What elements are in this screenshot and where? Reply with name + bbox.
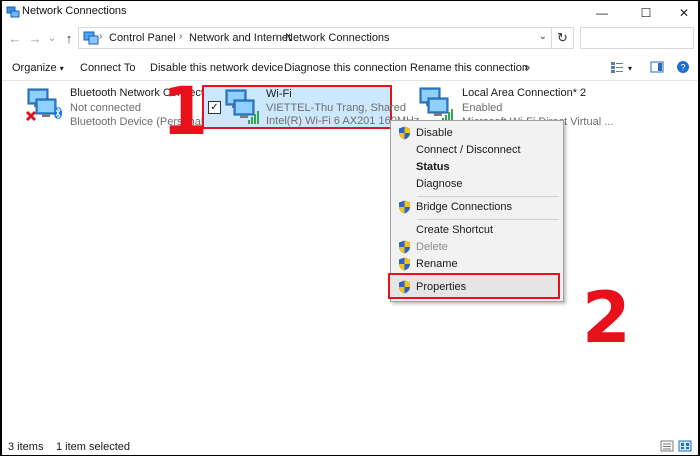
menu-item-disable[interactable]: Disable [391, 125, 563, 142]
help-icon[interactable]: ? [676, 60, 690, 74]
context-menu: Disable Connect / Disconnect Status Diag… [388, 120, 564, 302]
uac-shield-icon [399, 126, 410, 140]
item-status: Enabled [462, 102, 503, 114]
up-button[interactable]: ↑ [60, 30, 78, 48]
organize-button[interactable]: Organize ▾ [12, 62, 64, 74]
connect-to-button[interactable]: Connect To [80, 62, 135, 74]
menu-item-label: Delete [416, 241, 448, 253]
title-bar: Network Connections — ☐ ✕ [2, 1, 698, 25]
item-status: VIETTEL-Thu Trang, Shared [266, 102, 407, 114]
command-bar: Organize ▾ Connect To Disable this netwo… [2, 55, 698, 81]
local-area-network-icon [419, 87, 453, 122]
menu-item-bridge-connections[interactable]: Bridge Connections [391, 199, 563, 216]
menu-item-label: Properties [416, 281, 467, 293]
uac-shield-icon [399, 200, 410, 214]
svg-text:?: ? [680, 63, 685, 73]
chevron-down-icon: ▾ [59, 64, 64, 73]
forward-button[interactable]: → [26, 30, 44, 48]
breadcrumb-separator: › [99, 31, 103, 42]
back-button[interactable]: ← [6, 30, 24, 48]
item-status: Not connected [70, 102, 141, 114]
item-count: 3 items [8, 441, 44, 453]
search-input[interactable] [580, 27, 694, 49]
uac-shield-icon [399, 240, 410, 254]
uac-shield-icon [399, 280, 410, 294]
connection-item-wifi[interactable]: ✓ Wi-Fi VIETTEL-Thu Trang, Shared Intel(… [202, 85, 419, 129]
rename-button[interactable]: Rename this connection [410, 62, 528, 74]
address-dropdown-icon[interactable]: ⌄ [539, 31, 547, 42]
window-title: Network Connections [22, 5, 127, 17]
view-options-dropdown-icon[interactable]: ▾ [628, 64, 632, 73]
change-view-icon[interactable] [610, 60, 624, 74]
breadcrumb-network-connections[interactable]: Network Connections [285, 32, 390, 44]
bluetooth-network-icon [25, 88, 62, 122]
menu-separator [417, 219, 559, 220]
menu-item-label: Bridge Connections [416, 201, 513, 213]
preview-pane-icon[interactable] [650, 60, 664, 74]
menu-item-diagnose[interactable]: Diagnose [391, 176, 563, 193]
more-commands-button[interactable]: » [524, 62, 530, 74]
item-checkbox[interactable]: ✓ [208, 101, 221, 114]
menu-item-delete: Delete [391, 239, 563, 256]
menu-item-label: Create Shortcut [416, 224, 494, 236]
breadcrumb-separator: › [179, 31, 183, 42]
details-view-icon[interactable] [660, 440, 674, 452]
selection-count: 1 item selected [56, 441, 130, 453]
control-panel-icon [83, 31, 99, 45]
minimize-button[interactable]: — [582, 1, 622, 25]
uac-shield-icon [399, 257, 410, 271]
wifi-network-icon [225, 89, 259, 124]
maximize-button[interactable]: ☐ [626, 1, 666, 25]
menu-item-label: Status [416, 161, 450, 173]
menu-item-rename[interactable]: Rename [391, 256, 563, 273]
menu-item-connect-disconnect[interactable]: Connect / Disconnect [391, 142, 563, 159]
menu-item-label: Connect / Disconnect [416, 144, 521, 156]
diagnose-button[interactable]: Diagnose this connection [284, 62, 407, 74]
address-row: ← → ⌄ ↑ › Control Panel › Network and In… [2, 25, 698, 53]
address-bar[interactable]: › Control Panel › Network and Internet ›… [78, 27, 552, 49]
menu-item-create-shortcut[interactable]: Create Shortcut [391, 222, 563, 239]
menu-separator [417, 196, 559, 197]
recent-locations-button[interactable]: ⌄ [46, 30, 58, 48]
menu-item-label: Rename [416, 258, 458, 270]
organize-label: Organize [12, 62, 57, 74]
refresh-button[interactable]: ↻ [552, 27, 574, 49]
network-connections-window: Network Connections — ☐ ✕ ← → ⌄ ↑ › Cont… [2, 1, 698, 455]
item-name: Local Area Connection* 2 [462, 87, 587, 99]
item-name: Wi-Fi [266, 88, 292, 100]
breadcrumb-control-panel[interactable]: Control Panel [109, 32, 176, 44]
menu-item-label: Diagnose [416, 178, 463, 190]
large-icons-view-icon[interactable] [678, 440, 692, 452]
menu-item-properties[interactable]: Properties [391, 279, 563, 296]
step-2-annotation: 2 [582, 277, 631, 359]
close-button[interactable]: ✕ [664, 1, 698, 25]
menu-item-status[interactable]: Status [391, 159, 563, 176]
menu-item-label: Disable [416, 127, 453, 139]
breadcrumb-separator: › [275, 31, 279, 42]
network-connections-icon [6, 6, 20, 18]
status-bar: 3 items 1 item selected [2, 437, 698, 455]
